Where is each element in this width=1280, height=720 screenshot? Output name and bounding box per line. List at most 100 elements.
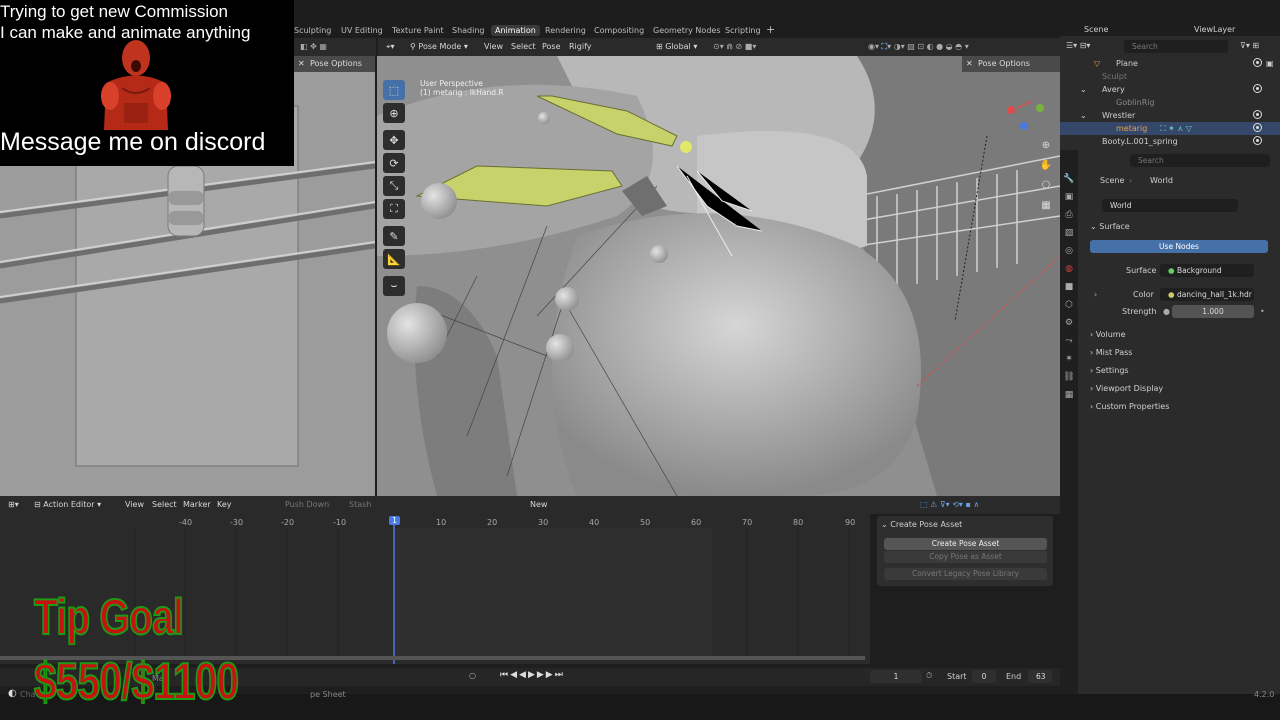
eye-icon[interactable] [1253, 136, 1262, 145]
viewport-pose-options[interactable]: Pose Options [978, 59, 1030, 68]
scene-select[interactable]: Scene [1084, 25, 1108, 34]
eye-icon[interactable] [1253, 58, 1262, 67]
new-action-button[interactable]: New [530, 500, 547, 509]
move-tool-icon[interactable]: ✥ [383, 130, 405, 150]
create-pose-asset-button[interactable]: Create Pose Asset [884, 538, 1047, 550]
relax-tool-icon[interactable]: ⌣ [383, 276, 405, 296]
outliner-row-metarig[interactable]: metarig ⛶ ✶ ⋏ ▽ [1060, 122, 1280, 135]
menu-rigify[interactable]: Rigify [569, 42, 592, 51]
section-viewport-display[interactable]: › Viewport Display [1090, 384, 1163, 393]
editor-type-icon[interactable]: ⊞▾ [8, 500, 19, 509]
stash-button[interactable]: Stash [349, 500, 371, 509]
start-frame-field[interactable]: 0 [972, 670, 996, 683]
section-volume[interactable]: › Volume [1090, 330, 1126, 339]
tick-label: 10 [436, 518, 447, 527]
tab-rendering[interactable]: Rendering [545, 26, 586, 35]
snap-icon[interactable]: ⊙▾ ⋒ ⊘ ■▾ [713, 42, 756, 51]
menu-view[interactable]: View [484, 42, 503, 51]
outliner-search-input[interactable]: Search [1124, 40, 1228, 53]
measure-tool-icon[interactable]: 📐 [383, 249, 405, 269]
annotate-tool-icon[interactable]: ✎ [383, 226, 405, 246]
push-down-button[interactable]: Push Down [285, 500, 329, 509]
camera-icon[interactable]: ⎔ [1037, 176, 1055, 196]
rotate-tool-icon[interactable]: ⟳ [383, 153, 405, 173]
scale-tool-icon[interactable]: ⤡ [383, 176, 405, 196]
mode-select[interactable]: ⚲ Pose Mode ▾ [410, 42, 468, 51]
outliner-row-booty[interactable]: Booty.L.001_spring [1060, 135, 1280, 148]
section-settings[interactable]: › Settings [1090, 366, 1129, 375]
tick-label: 70 [742, 518, 753, 527]
pan-icon[interactable]: ✋ [1037, 156, 1055, 176]
section-label: Volume [1095, 330, 1126, 339]
tab-scripting[interactable]: Scripting [725, 26, 761, 35]
overlay-icons[interactable]: ◉▾ ⛶▾ ◑▾ ▧ ⊡ ◐ ● ◒ ◓ ▾ [868, 42, 969, 52]
property-tab-icons[interactable]: 🔧 ▣ ⎙ ▨ ◎ ◍ ■ ⬡ ⚙ ⤳ ✶ ⛓ ▦ [1060, 150, 1078, 404]
outliner-row-wrestler[interactable]: ⌄ Wrestler [1060, 109, 1280, 122]
menu-select[interactable]: Select [511, 42, 536, 51]
menu-pose[interactable]: Pose [542, 42, 561, 51]
outliner-row-goblinrig[interactable]: GoblinRig [1060, 96, 1280, 109]
grid-icon[interactable]: ▦ [1037, 196, 1055, 216]
zoom-icon[interactable]: ⊕ [1037, 136, 1055, 156]
surface-panel-header[interactable]: ⌄ Surface [1090, 222, 1130, 231]
eye-icon[interactable] [1253, 123, 1262, 132]
viewport-info: User Perspective (1) metarig : IkHand.R [420, 79, 504, 97]
surface-value-field[interactable]: ● Background [1160, 264, 1254, 277]
color-value-label: dancing_hall_1k.hdr [1176, 290, 1252, 299]
view-icon[interactable]: ◧ ✥ ▦ [300, 42, 327, 51]
eye-icon[interactable] [1253, 84, 1262, 93]
viewlayer-select[interactable]: ViewLayer [1194, 25, 1235, 34]
mode-select[interactable]: ⊟ Action Editor ▾ [34, 500, 101, 509]
tab-sculpting[interactable]: Sculpting [294, 26, 331, 35]
navigation-gizmos[interactable]: ⊕ ✋ ⎔ ▦ [1037, 136, 1055, 216]
filter-icons[interactable]: ⬚ ⚠ ⊽▾ ⟲▾ ▪ ∧ [920, 500, 979, 509]
cursor-tool-icon[interactable]: ⊕ [383, 103, 405, 123]
menu-marker[interactable]: Marker [183, 500, 211, 509]
menu-key[interactable]: Key [217, 500, 232, 509]
close-icon[interactable]: ✕ [966, 59, 973, 68]
tab-texture-paint[interactable]: Texture Paint [392, 26, 444, 35]
orientation-select[interactable]: ⊞ Global ▾ [656, 42, 697, 51]
tick-label: -20 [281, 518, 295, 527]
section-mist-pass[interactable]: › Mist Pass [1090, 348, 1132, 357]
tab-compositing[interactable]: Compositing [594, 26, 644, 35]
camera-icon[interactable]: ▣ [1266, 59, 1274, 68]
add-workspace-button[interactable]: + [766, 23, 775, 36]
world-name-field[interactable]: World [1102, 199, 1238, 212]
editor-type-icon[interactable]: ⌖▾ [386, 42, 395, 52]
copy-pose-as-asset-button[interactable]: Copy Pose as Asset [884, 551, 1047, 563]
menu-select[interactable]: Select [152, 500, 177, 509]
outliner-row-plane[interactable]: ▽ Plane ▣ [1060, 57, 1280, 70]
menu-view[interactable]: View [125, 500, 144, 509]
record-icon[interactable]: ○ [469, 671, 476, 680]
current-frame-indicator[interactable]: 1 [389, 516, 401, 525]
eye-icon[interactable] [1253, 110, 1262, 119]
expand-icon[interactable]: › [1094, 290, 1097, 299]
color-value-field[interactable]: ● dancing_hall_1k.hdr [1160, 288, 1254, 301]
playback-controls[interactable]: ⏮◀◀▶▶▶⏭ [500, 670, 565, 680]
keyframe-dot-icon[interactable]: • [1260, 307, 1265, 316]
current-frame-field[interactable]: 1 [870, 670, 922, 683]
transform-tool-icon[interactable]: ⛶ [383, 199, 405, 219]
outliner-type-icon[interactable]: ☰▾ ⊟▾ [1066, 41, 1090, 50]
filter-icon[interactable]: ⊽▾ ⊞ [1240, 41, 1259, 50]
strength-field[interactable]: 1.000 [1172, 305, 1254, 318]
tab-geometry-nodes[interactable]: Geometry Nodes [653, 26, 720, 35]
version-label: 4.2.0 [1254, 690, 1275, 699]
convert-legacy-pose-library-button[interactable]: Convert Legacy Pose Library [884, 568, 1047, 580]
tick-label: 60 [691, 518, 702, 527]
outliner-row-avery[interactable]: ⌄ Avery [1060, 83, 1280, 96]
end-frame-field[interactable]: 63 [1028, 670, 1052, 683]
tab-uv-editing[interactable]: UV Editing [341, 26, 383, 35]
tab-animation[interactable]: Animation [491, 25, 540, 36]
pose-panel-title[interactable]: ⌄ Create Pose Asset [881, 520, 962, 529]
select-tool-icon[interactable]: ⬚ [383, 80, 405, 100]
section-label: Mist Pass [1095, 348, 1133, 357]
section-custom-properties[interactable]: › Custom Properties [1090, 402, 1169, 411]
app-icon[interactable]: ◐ [8, 688, 17, 699]
tab-shading[interactable]: Shading [452, 26, 485, 35]
properties-search-input[interactable]: Search [1130, 154, 1270, 167]
3d-viewport[interactable]: User Perspective (1) metarig : IkHand.R … [377, 56, 1060, 496]
use-nodes-button[interactable]: Use Nodes [1090, 240, 1268, 253]
outliner-row-sculpt[interactable]: Sculpt [1060, 70, 1280, 83]
